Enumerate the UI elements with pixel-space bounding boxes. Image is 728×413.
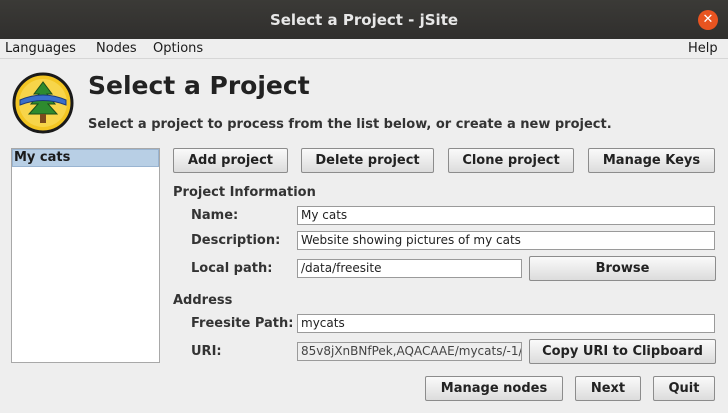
add-project-label: Add project [187, 153, 274, 168]
uri-label: URI: [191, 344, 222, 359]
browse-label: Browse [595, 261, 650, 276]
menu-bar: Languages Nodes Options Help [0, 39, 728, 59]
description-label: Description: [191, 233, 281, 248]
page-title: Select a Project [88, 71, 310, 100]
uri-field[interactable]: 85v8jXnBNfPek,AQACAAE/mycats/-1/ [297, 342, 522, 361]
quit-button[interactable]: Quit [653, 376, 715, 401]
local-path-field[interactable]: /data/freesite [297, 259, 522, 278]
freesite-path-label: Freesite Path: [191, 316, 294, 331]
menu-nodes[interactable]: Nodes [96, 41, 137, 56]
manage-keys-label: Manage Keys [602, 153, 701, 168]
manage-keys-button[interactable]: Manage Keys [588, 148, 715, 173]
clone-project-label: Clone project [462, 153, 560, 168]
clone-project-button[interactable]: Clone project [448, 148, 574, 173]
delete-project-label: Delete project [315, 153, 420, 168]
menu-options[interactable]: Options [153, 41, 203, 56]
jsite-logo-icon [12, 72, 74, 134]
project-list-item[interactable]: My cats [12, 149, 159, 167]
description-field[interactable]: Website showing pictures of my cats [297, 231, 715, 250]
close-icon[interactable]: ✕ [698, 10, 718, 30]
next-label: Next [590, 381, 626, 396]
copy-uri-label: Copy URI to Clipboard [542, 344, 703, 359]
title-bar: Select a Project - jSite ✕ [0, 0, 728, 39]
window-title: Select a Project - jSite [269, 11, 459, 29]
menu-languages[interactable]: Languages [5, 41, 76, 56]
address-heading: Address [173, 293, 233, 308]
copy-uri-button[interactable]: Copy URI to Clipboard [529, 339, 716, 364]
manage-nodes-button[interactable]: Manage nodes [425, 376, 563, 401]
name-label: Name: [191, 208, 239, 223]
local-path-label: Local path: [191, 261, 273, 276]
page-subtitle: Select a project to process from the lis… [88, 117, 612, 132]
delete-project-button[interactable]: Delete project [301, 148, 434, 173]
next-button[interactable]: Next [575, 376, 641, 401]
name-field[interactable]: My cats [297, 206, 715, 225]
browse-button[interactable]: Browse [529, 256, 716, 281]
project-list[interactable]: My cats [11, 148, 160, 363]
manage-nodes-label: Manage nodes [440, 381, 548, 396]
project-info-heading: Project Information [173, 185, 316, 200]
add-project-button[interactable]: Add project [173, 148, 288, 173]
quit-label: Quit [668, 381, 700, 396]
freesite-path-field[interactable]: mycats [297, 314, 715, 333]
menu-help[interactable]: Help [688, 41, 718, 56]
